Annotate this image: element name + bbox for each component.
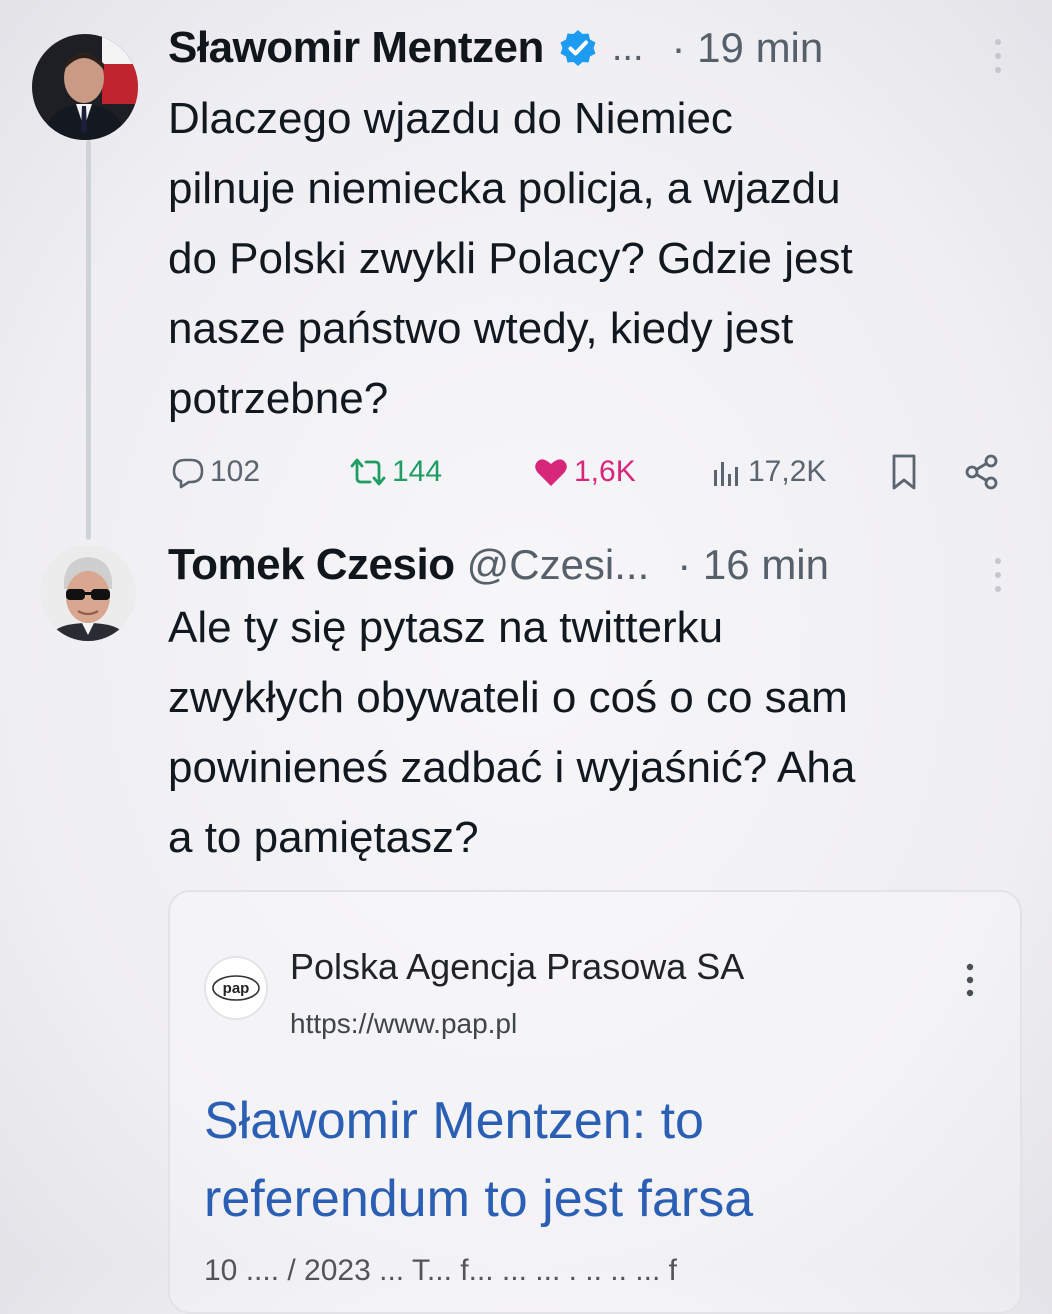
pap-logo-text: pap <box>223 980 250 997</box>
views-count: 17,2K <box>748 455 827 488</box>
author-name[interactable]: Sławomir Mentzen <box>168 23 544 73</box>
avatar-portrait-icon <box>40 545 136 641</box>
tweet-actions: 102 144 1,6K 17,2K <box>170 450 1010 494</box>
avatar-mentzen[interactable] <box>32 34 138 140</box>
card-site-name: Polska Agencja Prasowa SA <box>290 946 745 987</box>
share-button[interactable] <box>962 450 1006 494</box>
tweet-time[interactable]: · 19 min <box>672 24 824 72</box>
reply-count: 102 <box>210 455 261 488</box>
views-button[interactable]: 17,2K <box>708 450 826 494</box>
card-snippet-cut-off: 10 .... / 2023 ... T... f... ... ... . .… <box>204 1254 677 1287</box>
tweet-header: Tomek Czesio @Czesi... · 16 min <box>168 535 829 595</box>
more-options-icon[interactable] <box>990 555 1006 595</box>
tweet-text: Dlaczego wjazdu do Niemiec pilnuje niemi… <box>168 94 853 423</box>
tweet-time[interactable]: · 16 min <box>677 541 829 589</box>
name-truncation: ... <box>611 26 644 69</box>
avatar-czesio[interactable] <box>40 545 136 641</box>
tweet-text: Ale ty się pytasz na twitterku zwykłych … <box>168 603 856 862</box>
like-button[interactable]: 1,6K <box>532 450 636 494</box>
retweet-button[interactable]: 144 <box>348 450 442 494</box>
author-name[interactable]: Tomek Czesio <box>168 540 455 590</box>
avatar-portrait-icon <box>32 34 138 140</box>
bookmark-icon <box>892 454 916 490</box>
heart-icon <box>535 459 567 486</box>
link-preview-card[interactable]: pap Polska Agencja Prasowa SA https://ww… <box>168 890 1022 1314</box>
pap-logo-icon: pap <box>212 975 260 1001</box>
like-count: 1,6K <box>574 455 636 488</box>
card-more-options-icon[interactable] <box>965 962 975 998</box>
share-nodes-icon <box>965 454 998 490</box>
retweet-arrows-icon <box>350 458 386 486</box>
card-headline-link[interactable]: Sławomir Mentzen: to referendum to jest … <box>204 1082 984 1238</box>
speech-bubble-icon <box>172 458 204 489</box>
more-options-icon[interactable] <box>990 36 1006 76</box>
tweet-header: Sławomir Mentzen ... · 19 min <box>168 18 823 78</box>
verified-badge-icon <box>560 30 596 66</box>
pap-logo: pap <box>204 956 268 1020</box>
retweet-count: 144 <box>392 455 443 488</box>
bookmark-button[interactable] <box>886 450 926 494</box>
reply-button[interactable]: 102 <box>170 450 260 494</box>
thread-connector-line <box>86 140 91 540</box>
card-url[interactable]: https://www.pap.pl <box>290 1008 517 1040</box>
bar-chart-icon <box>714 462 738 486</box>
author-handle[interactable]: @Czesi... <box>467 541 650 589</box>
